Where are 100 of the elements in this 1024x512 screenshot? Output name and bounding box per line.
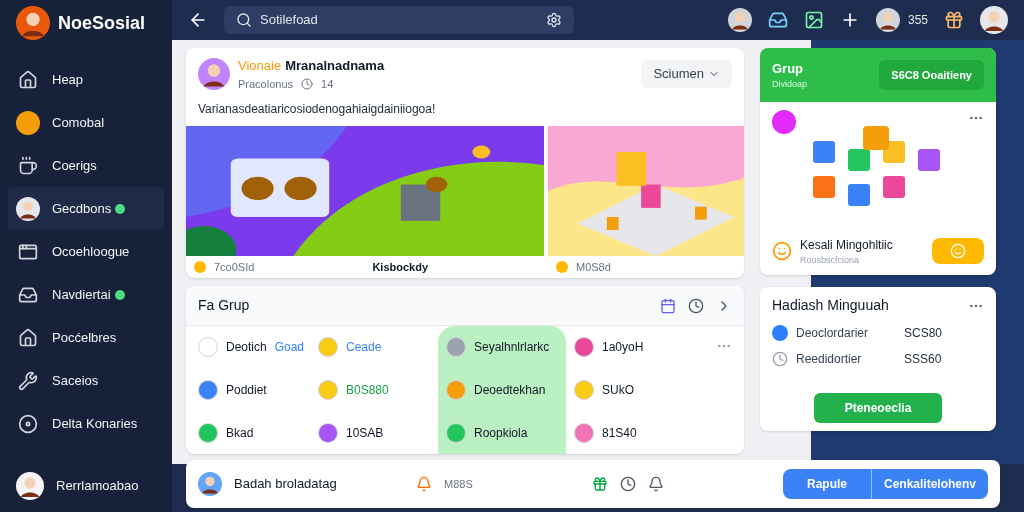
calendar-icon[interactable] <box>660 297 676 314</box>
brand-name: NoeSosial <box>58 11 146 35</box>
promo-title: Grup <box>772 59 805 78</box>
sidebar-label: Pocćelbres <box>52 328 117 347</box>
item-label: 1a0yoH <box>602 339 644 357</box>
search-icon <box>236 12 252 28</box>
profile-name: Rerrlamoabao <box>56 477 139 496</box>
sidebar-item[interactable]: Coerigs <box>8 144 164 187</box>
bell-icon <box>416 476 432 492</box>
profile-avatar <box>16 472 44 500</box>
house-icon <box>18 327 38 348</box>
promo-subtitle: Dividoap <box>772 78 808 91</box>
sidebar-item[interactable]: Gecdbons <box>8 187 164 230</box>
smile-icon <box>772 241 792 262</box>
action-button[interactable]: Rapule <box>782 469 872 499</box>
item-label: Ceade <box>346 339 382 357</box>
item-label: Roopkiola <box>474 424 528 442</box>
item-icon <box>198 337 218 358</box>
user-avatar <box>198 472 222 496</box>
author-avatar <box>198 58 230 90</box>
product-name: Kesali Mingohltiic <box>800 236 893 254</box>
item-label: Deoedtekhan <box>474 382 546 399</box>
avatar-icon <box>16 196 40 221</box>
user-avatar <box>875 8 900 32</box>
clock-icon[interactable] <box>688 297 704 314</box>
cup-icon <box>18 155 38 176</box>
gift-icon[interactable] <box>944 10 964 30</box>
sidebar-label: Gecdbons <box>52 199 112 218</box>
sidebar-item[interactable]: Ocoehloogue <box>8 230 164 273</box>
sidebar-label: Comobal <box>52 113 105 132</box>
item-label: Deotich <box>226 339 267 357</box>
search-field[interactable]: Sotilefoad <box>224 6 574 34</box>
coin-toggle-button[interactable] <box>932 238 984 265</box>
prize-value: SSS60 <box>904 351 942 368</box>
post-text: Varianasdeatiaricosiodenogahiaigdainiiogoa! <box>197 101 437 118</box>
item-label: Bkad <box>226 424 254 442</box>
item-label: B0S880 <box>346 382 389 399</box>
item-icon <box>446 380 466 400</box>
item-icon <box>574 380 594 400</box>
item-icon <box>574 337 594 358</box>
wrench-icon <box>18 370 38 391</box>
action-button[interactable]: Cenkalitelohenv <box>872 469 988 499</box>
item-icon <box>446 337 466 358</box>
sidebar-item[interactable]: Heap <box>8 58 164 101</box>
logo-avatar <box>16 6 50 40</box>
coin-icon <box>194 261 206 273</box>
group-title: Fa Grup <box>198 296 250 315</box>
coin-icon <box>556 261 568 273</box>
prize-label: Deoclordarier <box>796 325 870 342</box>
item-icon <box>318 380 338 400</box>
sidebar-label: Coerigs <box>52 156 97 175</box>
item-tag: Goad <box>274 338 305 357</box>
image-caption: M0S8d <box>576 259 611 275</box>
home-icon <box>18 69 38 90</box>
item-icon <box>574 422 594 443</box>
product-subtitle: Roosbscfciona <box>800 253 861 267</box>
coin-icon <box>16 110 40 135</box>
item-icon <box>198 422 218 443</box>
badge-icon <box>772 110 796 134</box>
prizes-title: Hadiash Minguuah <box>772 296 889 315</box>
sidebar-label: Heap <box>52 70 84 89</box>
clock-icon <box>301 77 314 90</box>
sidebar-item[interactable]: Navdiertai <box>8 273 164 316</box>
tray-icon[interactable] <box>767 10 788 30</box>
sidebar-label: Delta Konaries <box>52 414 138 433</box>
sidebar-item[interactable]: Pocćelbres <box>8 316 164 359</box>
sidebar-label: Saceios <box>52 371 99 390</box>
post-meta: Pracolonus <box>238 76 294 92</box>
image-icon[interactable] <box>803 10 824 30</box>
prize-value: SCS80 <box>904 325 943 342</box>
item-icon <box>318 337 338 358</box>
item-label: SUkO <box>602 382 634 399</box>
prize-label: Reedidortier <box>796 351 863 368</box>
clock-icon <box>772 351 788 367</box>
disc-icon <box>18 413 38 434</box>
user-name: Badah broladatag <box>234 475 338 494</box>
tag-label: M88S <box>444 476 473 492</box>
post-time: 14 <box>321 76 334 92</box>
item-label: 10SAB <box>346 424 384 442</box>
sidebar-label: Navdiertai <box>52 285 111 304</box>
image-caption: 7co0SId <box>214 259 255 275</box>
smile-icon <box>950 243 966 260</box>
author-name: Mranalnadnama <box>285 57 385 75</box>
user-avatar <box>980 6 1008 34</box>
sort-dropdown[interactable]: Sciumen <box>641 60 732 88</box>
sidebar-item[interactable]: Saceios <box>8 359 164 402</box>
sidebar-item[interactable]: Comobal <box>8 101 164 144</box>
author-tag: Vionaie <box>238 56 282 76</box>
image-title: Kisbockdy <box>372 259 428 275</box>
sidebar-item[interactable]: Delta Konaries <box>8 402 164 445</box>
user-avatar <box>727 8 752 32</box>
item-label: Seyalhnlrlarkc <box>474 339 550 357</box>
settings-icon[interactable] <box>546 12 562 28</box>
count-label: 355 <box>907 12 928 29</box>
item-icon <box>198 380 218 400</box>
item-label: 81S40 <box>602 424 637 442</box>
sidebar-label: Ocoehloogue <box>52 242 130 261</box>
bell-icon[interactable] <box>647 476 664 492</box>
item-label: Poddiet <box>226 382 267 399</box>
clock-icon[interactable] <box>619 476 636 492</box>
